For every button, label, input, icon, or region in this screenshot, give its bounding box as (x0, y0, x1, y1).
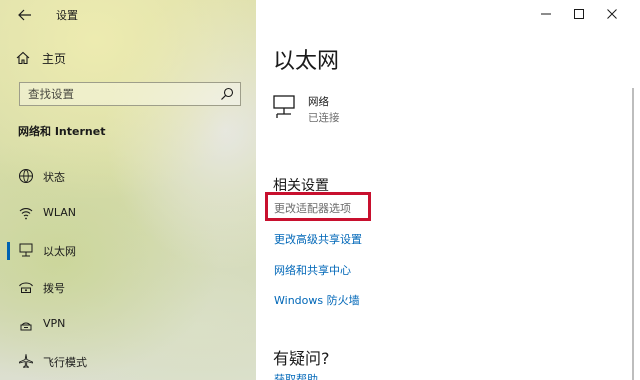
status-icon (19, 169, 33, 183)
network-name[interactable]: 网络 (308, 94, 329, 109)
sidebar-item-wlan[interactable]: WLAN (0, 196, 256, 230)
sidebar-item-label: 以太网 (43, 245, 76, 258)
settings-window: 设置 主页 网络和 Internet 状态 (0, 0, 640, 380)
search-icon[interactable] (220, 87, 234, 101)
network-sharing-center-link[interactable]: 网络和共享中心 (274, 262, 351, 278)
sidebar-item-label: VPN (43, 317, 66, 330)
ethernet-icon (19, 243, 33, 257)
close-icon (607, 9, 617, 19)
minimize-icon (541, 13, 551, 15)
search-box[interactable] (19, 82, 241, 106)
sidebar: 设置 主页 网络和 Internet 状态 (0, 0, 256, 380)
change-adapter-options-link[interactable]: 更改适配器选项 (274, 200, 351, 216)
content-pane: 以太网 网络 已连接 相关设置 更改适配器选项 更改高级共享设置 网络和共享中心… (256, 0, 640, 380)
sidebar-item-airplane-mode[interactable]: 飞行模式 (0, 344, 256, 378)
sidebar-item-label: 拨号 (43, 282, 65, 295)
back-button[interactable] (12, 4, 38, 26)
sidebar-item-ethernet[interactable]: 以太网 (0, 233, 256, 267)
vpn-icon (20, 322, 32, 331)
section-title: 网络和 Internet (18, 125, 106, 138)
airplane-icon (19, 354, 33, 368)
sidebar-item-status[interactable]: 状态 (0, 159, 256, 193)
advanced-sharing-settings-link[interactable]: 更改高级共享设置 (274, 231, 362, 247)
title-bar-left: 设置 (0, 0, 256, 30)
sidebar-item-dialup[interactable]: 拨号 (0, 270, 256, 304)
sidebar-item-label: 状态 (43, 171, 65, 184)
maximize-icon (574, 9, 584, 19)
search-input[interactable] (20, 83, 218, 105)
sidebar-item-vpn[interactable]: VPN (0, 307, 256, 341)
close-button[interactable] (592, 0, 632, 28)
ethernet-network-icon (273, 95, 295, 118)
sidebar-item-label: WLAN (43, 206, 77, 219)
help-title: 有疑问? (273, 349, 330, 368)
wlan-icon (19, 207, 33, 220)
dialup-icon (19, 282, 33, 293)
sidebar-item-label: 飞行模式 (43, 356, 87, 369)
selection-indicator (7, 242, 10, 260)
page-title: 以太网 (273, 49, 340, 74)
scrollbar[interactable] (632, 88, 634, 380)
app-title: 设置 (56, 9, 78, 22)
back-arrow-icon (18, 9, 31, 21)
network-status: 已连接 (308, 112, 340, 124)
get-help-link[interactable]: 获取帮助 (274, 371, 318, 380)
sidebar-item-home[interactable]: 主页 (16, 48, 66, 68)
windows-firewall-link[interactable]: Windows 防火墙 (274, 292, 360, 308)
home-icon (16, 51, 30, 65)
home-label: 主页 (42, 51, 67, 66)
